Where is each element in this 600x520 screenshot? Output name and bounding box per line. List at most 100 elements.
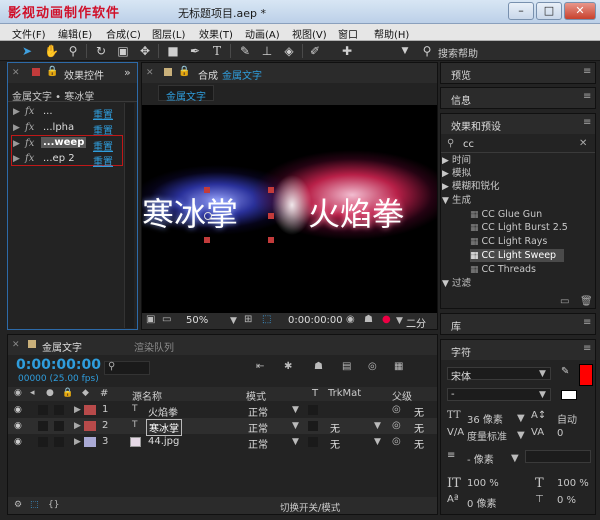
tsume-value[interactable]: 0 % xyxy=(557,495,576,506)
layer-row[interactable]: ◉ ▶ 1 T 火焰拳 正常 ▼ ◎ 无 xyxy=(8,402,437,419)
roto-brush-tool-icon[interactable]: ✐ xyxy=(308,44,322,58)
tab-library[interactable]: 库 xyxy=(451,318,461,333)
layer-parent[interactable]: 无 xyxy=(414,420,424,435)
pickwhip-icon[interactable]: ◎ xyxy=(392,436,401,447)
tab-composition-name[interactable]: 金属文字 xyxy=(222,67,262,82)
zoom-tool-icon[interactable]: ⚲ xyxy=(66,44,80,58)
rotate-tool-icon[interactable]: ↻ xyxy=(94,44,108,58)
layer-mode[interactable]: 正常 xyxy=(248,436,268,451)
panel-menu-icon[interactable]: ≡ xyxy=(583,117,591,128)
menu-animation[interactable]: 动画(A) xyxy=(245,26,280,41)
menu-file[interactable]: 文件(F) xyxy=(12,26,46,41)
layer-row-selected[interactable]: ◉ ▶ 2 T 寒冰掌 正常 ▼ 无 ▼ ◎ 无 xyxy=(8,418,437,436)
effect-item[interactable]: ▦ CC Light Burst 2.5 xyxy=(470,221,580,234)
stroke-color-swatch[interactable] xyxy=(561,390,577,400)
fx-icon[interactable]: fx xyxy=(25,106,34,117)
rectangle-tool-icon[interactable]: ■ xyxy=(166,44,180,58)
tab-timeline-comp[interactable]: 金属文字 xyxy=(42,339,82,354)
close-tab-icon[interactable]: ✕ xyxy=(146,68,154,78)
channels-icon[interactable]: ● xyxy=(382,314,391,325)
close-tab-icon[interactable]: ✕ xyxy=(12,68,20,78)
menu-view[interactable]: 视图(V) xyxy=(292,26,327,41)
layer-parent[interactable]: 无 xyxy=(414,436,424,451)
stroke-type-select[interactable] xyxy=(525,450,591,463)
new-folder-icon[interactable]: ▭ xyxy=(560,296,569,307)
layer-parent[interactable]: 无 xyxy=(414,404,424,419)
effect-item[interactable]: ▦ CC Glue Gun xyxy=(470,208,580,221)
transfer-controls-icon[interactable]: ⬚ xyxy=(30,500,39,510)
fx-icon[interactable]: fx xyxy=(25,138,34,149)
effect-item[interactable]: ▦ CC Light Rays xyxy=(470,235,580,248)
menu-window[interactable]: 窗口 xyxy=(338,26,358,41)
camera-tool-icon[interactable]: ▣ xyxy=(116,44,130,58)
scrollbar[interactable] xyxy=(124,103,134,328)
tab-effects-presets[interactable]: 效果和预设 xyxy=(451,118,501,133)
chevron-down-icon[interactable]: ▼ xyxy=(539,369,546,379)
tab-composition-label[interactable]: 合成 xyxy=(198,67,218,82)
eye-icon[interactable]: ◉ xyxy=(14,421,22,431)
column-source-name[interactable]: 源名称 xyxy=(132,388,162,403)
motion-blur-icon[interactable]: ◎ xyxy=(368,361,377,372)
menu-composition[interactable]: 合成(C) xyxy=(106,26,141,41)
lock-icon[interactable]: 🔒 xyxy=(178,66,190,77)
close-button[interactable]: ✕ xyxy=(564,2,596,20)
monitor-icon[interactable]: ▭ xyxy=(162,314,171,325)
pen-tool-icon[interactable]: ✒ xyxy=(188,44,202,58)
composition-viewer[interactable]: 寒冰掌 火焰拳 xyxy=(142,105,437,313)
pickwhip-icon[interactable]: ◎ xyxy=(392,420,401,431)
effect-row[interactable]: ▶ fx ...ep 2 重置 xyxy=(11,151,123,168)
layer-label-color[interactable] xyxy=(84,437,96,447)
layer-name[interactable]: 44.jpg xyxy=(148,436,179,447)
transform-handle[interactable] xyxy=(268,237,274,243)
eye-icon[interactable]: ◉ xyxy=(14,405,22,415)
transform-handle[interactable] xyxy=(268,213,274,219)
eyedropper-icon[interactable]: ✎ xyxy=(561,366,569,377)
category-time[interactable]: ▶ 时间 xyxy=(442,154,592,167)
selection-tool-icon[interactable]: ➤ xyxy=(20,44,34,58)
minimize-button[interactable]: – xyxy=(508,2,534,20)
resolution-select[interactable]: 二分 xyxy=(406,315,437,330)
layer-row[interactable]: ◉ ▶ 3 44.jpg 正常 ▼ 无 ▼ ◎ 无 xyxy=(8,434,437,451)
anchor-point-icon[interactable] xyxy=(204,212,212,220)
transform-handle[interactable] xyxy=(268,187,274,193)
reset-link[interactable]: 重置 xyxy=(93,153,113,168)
effect-row[interactable]: ▶ fx ...weep 重置 xyxy=(11,136,123,153)
menu-layer[interactable]: 图层(L) xyxy=(152,26,185,41)
reset-link[interactable]: 重置 xyxy=(93,106,113,121)
tracking-value[interactable]: 0 xyxy=(557,428,563,439)
text-tool-icon[interactable]: T xyxy=(210,44,224,58)
eye-icon[interactable]: ◉ xyxy=(14,437,22,447)
effects-search-input[interactable]: cc xyxy=(463,139,474,150)
tab-character[interactable]: 字符 xyxy=(451,344,471,359)
fx-icon[interactable]: fx xyxy=(25,122,34,133)
graph-editor-icon[interactable]: ▦ xyxy=(394,361,403,372)
fill-color-swatch[interactable] xyxy=(579,364,593,386)
stroke-width-value[interactable]: - 像素 xyxy=(467,451,494,466)
toggle-switches-modes[interactable]: 切换开关/模式 xyxy=(280,500,340,514)
tab-info[interactable]: 信息 xyxy=(451,92,471,107)
tab-preview[interactable]: 预览 xyxy=(451,67,471,82)
frame-blending-icon[interactable]: ▤ xyxy=(342,361,351,372)
chevron-down-icon[interactable]: ▼ xyxy=(230,316,237,326)
pan-behind-tool-icon[interactable]: ✥ xyxy=(138,44,152,58)
composition-mini-flowchart-icon[interactable]: ⇤ xyxy=(256,361,264,372)
panel-menu-icon[interactable]: ≡ xyxy=(583,343,591,354)
expand-arrow-icon[interactable]: ▶ xyxy=(74,437,81,447)
panel-overflow-icon[interactable]: » xyxy=(124,66,131,79)
vertical-scale-value[interactable]: 100 % xyxy=(467,478,499,489)
draft-3d-icon[interactable]: ✱ xyxy=(284,361,292,372)
composition-subtab[interactable]: 金属文字 xyxy=(166,88,206,103)
viewer-timecode[interactable]: 0:00:00:00 xyxy=(288,315,343,326)
clone-stamp-tool-icon[interactable]: ⊥ xyxy=(260,44,274,58)
panel-menu-icon[interactable]: ≡ xyxy=(583,66,591,77)
pickwhip-icon[interactable]: ◎ xyxy=(392,404,401,415)
safe-zones-icon[interactable]: ⊞ xyxy=(244,314,252,325)
layer-trkmat[interactable]: 无 xyxy=(330,420,340,435)
lock-icon[interactable]: 🔒 xyxy=(46,66,58,77)
font-size-value[interactable]: 36 像素 xyxy=(467,411,503,426)
category-filter[interactable]: ▼ 过滤 xyxy=(442,277,592,290)
maximize-button[interactable]: □ xyxy=(536,2,562,20)
layer-mode[interactable]: 正常 xyxy=(248,420,268,435)
search-help-field[interactable]: 搜索帮助 xyxy=(438,45,478,60)
mask-visibility-icon[interactable]: ⬚ xyxy=(262,314,271,325)
